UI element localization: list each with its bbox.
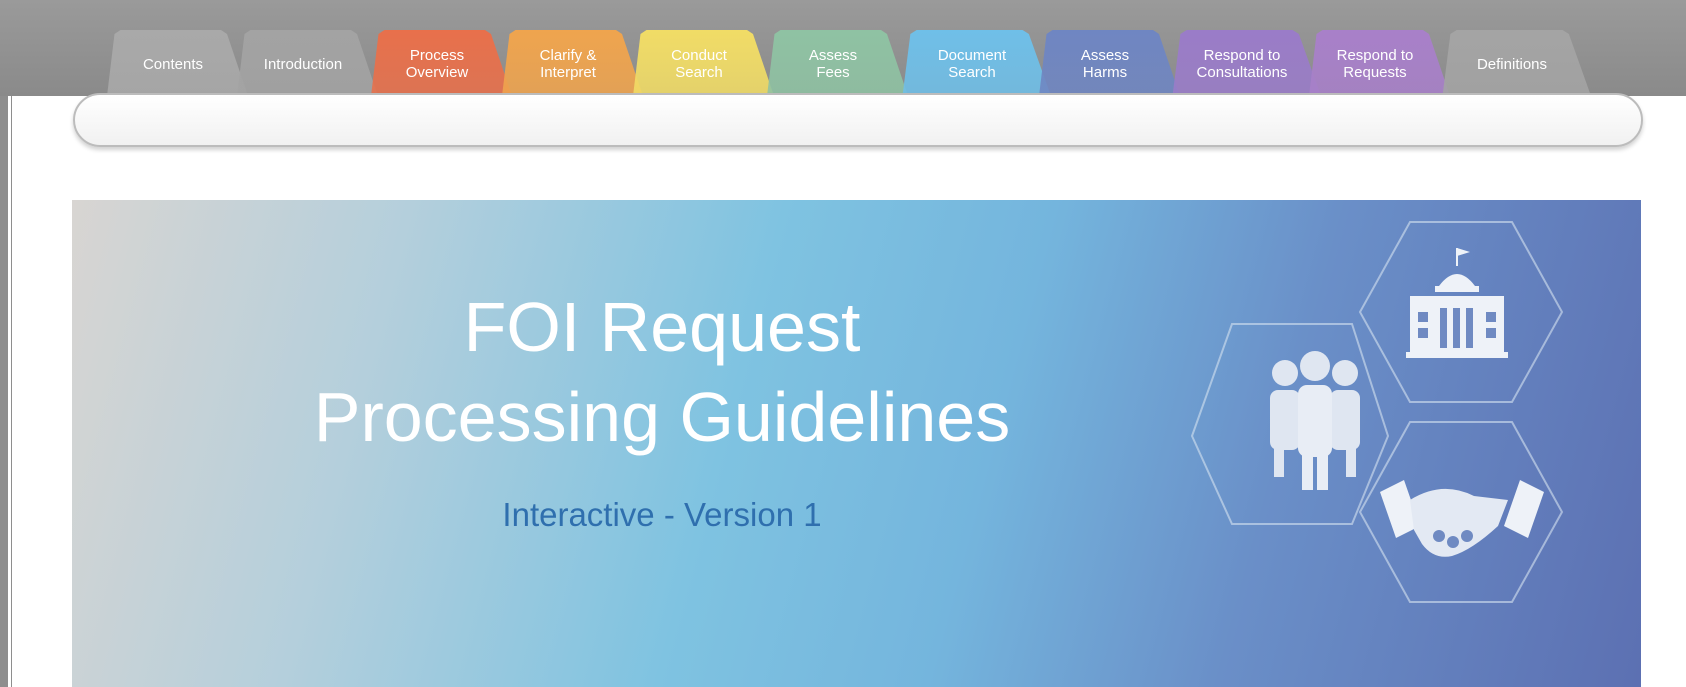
page-subtitle: Interactive - Version 1	[502, 496, 822, 533]
tab-label: Contents	[142, 55, 204, 73]
hero-banner: FOI Request Processing Guidelines Intera…	[72, 200, 1641, 687]
tab-label: Definitions	[1476, 55, 1548, 73]
tab-label: Process Overview	[405, 47, 469, 81]
handshake-icon	[1358, 421, 1564, 603]
tab-respond-requests[interactable]: Respond to Requests	[1309, 30, 1450, 96]
tab-document-search[interactable]: Document Search	[902, 30, 1051, 96]
tab-label: Assess Harms	[1080, 47, 1130, 81]
government-building-icon	[1358, 221, 1564, 403]
tab-introduction[interactable]: Introduction	[237, 30, 378, 96]
tab-clarify-interpret[interactable]: Clarify & Interpret	[502, 30, 643, 96]
left-border	[0, 96, 12, 687]
tab-definitions[interactable]: Definitions	[1442, 30, 1591, 96]
tab-label: Document Search	[937, 47, 1007, 81]
tab-label: Assess Fees	[808, 47, 858, 81]
tab-label: Conduct Search	[671, 47, 727, 81]
tab-assess-fees[interactable]: Assess Fees	[767, 30, 908, 96]
tab-label: Respond to Consultations	[1196, 47, 1288, 81]
people-icon	[1190, 323, 1390, 525]
tab-label: Introduction	[263, 55, 343, 73]
tab-label: Respond to Requests	[1336, 47, 1414, 81]
tab-assess-harms[interactable]: Assess Harms	[1039, 30, 1180, 96]
tab-label: Clarify & Interpret	[539, 47, 597, 81]
page-title: FOI Request Processing Guidelines	[212, 282, 1112, 462]
title-line-1: FOI Request	[463, 288, 861, 366]
title-line-2: Processing Guidelines	[313, 378, 1011, 456]
search-bar[interactable]	[73, 93, 1643, 147]
tab-process-overview[interactable]: Process Overview	[371, 30, 512, 96]
tab-respond-consultations[interactable]: Respond to Consultations	[1172, 30, 1321, 96]
tab-conduct-search[interactable]: Conduct Search	[633, 30, 774, 96]
hexagon-icons	[1190, 221, 1564, 603]
tab-contents[interactable]: Contents	[107, 30, 248, 96]
